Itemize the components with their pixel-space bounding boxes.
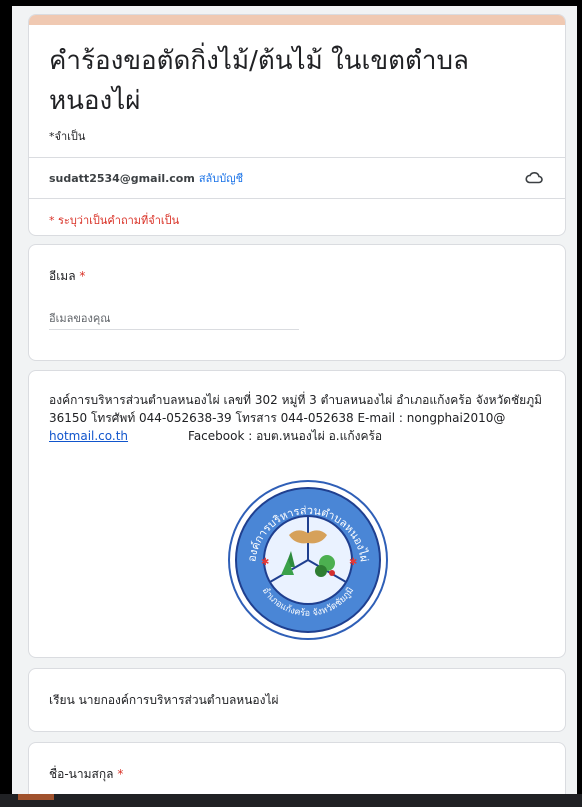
svg-text:✱: ✱	[261, 557, 269, 568]
email-question-label: อีเมล *	[49, 267, 85, 286]
organization-seal-logo: องค์การบริหารส่วนตำบลหนองไผ่ อำเภอแก้งคร…	[227, 479, 389, 641]
name-label-text: ชื่อ-นามสกุล	[49, 767, 114, 781]
name-question-card: ชื่อ-นามสกุล *	[28, 742, 566, 794]
header-accent-bar	[29, 15, 565, 25]
window-left-edge	[0, 0, 12, 807]
info-text: องค์การบริหารส่วนตำบลหนองไผ่ เลขที่ 302 …	[49, 391, 554, 445]
email-link[interactable]: hotmail.co.th	[49, 429, 128, 443]
info-main-text: องค์การบริหารส่วนตำบลหนองไผ่ เลขที่ 302 …	[49, 393, 543, 425]
account-email: sudatt2534@gmail.com	[49, 171, 195, 185]
required-note: *จำเป็น	[49, 130, 86, 143]
cloud-icon[interactable]	[525, 170, 543, 184]
email-question-card: อีเมล *	[28, 244, 566, 361]
form-title: คำร้องขอตัดกิ่งไม้/ต้นไม้ ในเขตตำบลหนองไ…	[49, 46, 469, 116]
info-card: องค์การบริหารส่วนตำบลหนองไผ่ เลขที่ 302 …	[28, 370, 566, 658]
required-star: *	[79, 269, 86, 283]
name-question-label: ชื่อ-นามสกุล *	[49, 765, 123, 784]
bottom-accent	[18, 794, 54, 800]
required-alert: * ระบุว่าเป็นคำถามที่จำเป็น	[49, 214, 180, 227]
bottom-bar	[0, 794, 582, 807]
email-label-text: อีเมล	[49, 269, 76, 283]
form-viewport[interactable]: คำร้องขอตัดกิ่งไม้/ต้นไม้ ในเขตตำบลหนองไ…	[12, 6, 577, 794]
salutation-card: เรียน นายกองค์การบริหารส่วนตำบลหนองไผ่	[28, 668, 566, 732]
email-input[interactable]	[49, 307, 299, 330]
facebook-text: Facebook : อบต.หนองไผ่ อ.แก้งคร้อ	[188, 429, 383, 443]
account-row: sudatt2534@gmail.com สลับบัญชี	[29, 158, 565, 198]
salutation-text: เรียน นายกองค์การบริหารส่วนตำบลหนองไผ่	[49, 693, 279, 707]
switch-account-link[interactable]: สลับบัญชี	[199, 169, 243, 187]
svg-text:✱: ✱	[349, 557, 357, 568]
required-star: *	[117, 767, 124, 781]
form-header-card: คำร้องขอตัดกิ่งไม้/ต้นไม้ ในเขตตำบลหนองไ…	[28, 14, 566, 236]
